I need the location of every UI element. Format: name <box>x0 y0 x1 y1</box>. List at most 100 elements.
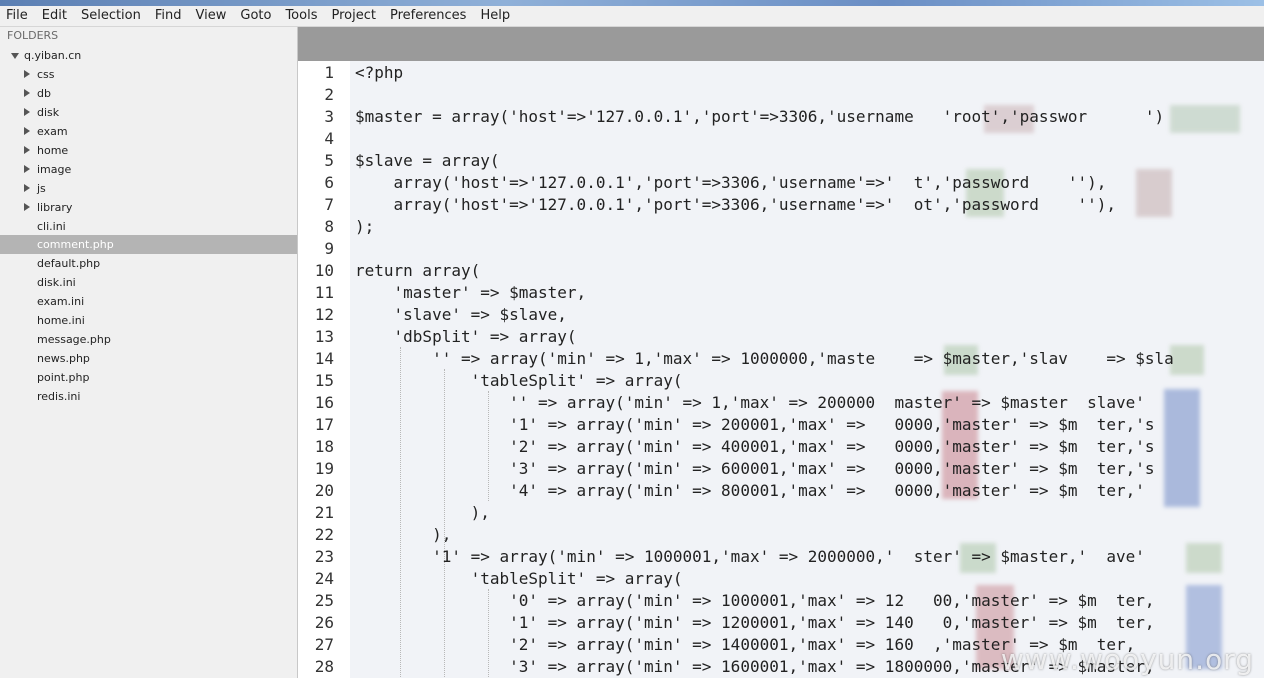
tree-folder-disk[interactable]: disk <box>0 103 297 122</box>
tree-folder-image[interactable]: image <box>0 160 297 179</box>
line-number: 16 <box>314 393 334 412</box>
chevron-right-icon[interactable] <box>24 165 30 173</box>
tree-file-label: comment.php <box>37 238 114 251</box>
redacted-region <box>1170 345 1204 375</box>
code-line[interactable]: '' => array('min' => 1,'max' => 200000 m… <box>355 392 1145 414</box>
line-number-gutter: 1 2 3 4 5 6 7 8 9 10 11 12 13 14 15 16 17 18 19 20 21 22 23 24 2… <box>298 61 350 678</box>
menu-project[interactable]: Project <box>324 6 382 26</box>
line-number: 6 <box>324 173 334 192</box>
chevron-right-icon[interactable] <box>24 89 30 97</box>
menu-view[interactable]: View <box>189 6 234 26</box>
code-line[interactable]: ), <box>355 502 490 524</box>
chevron-right-icon[interactable] <box>24 146 30 154</box>
menu-help[interactable]: Help <box>473 6 517 26</box>
line-number: 3 <box>324 107 334 126</box>
line-number: 8 <box>324 217 334 236</box>
redacted-region <box>1136 169 1172 217</box>
folders-header: FOLDERS <box>7 29 59 42</box>
chevron-down-icon[interactable] <box>11 53 19 59</box>
tree-file-label: home.ini <box>37 314 85 327</box>
code-editor[interactable]: 1 2 3 4 5 6 7 8 9 10 11 12 13 14 15 16 17 18 19 20 21 22 23 24 2… <box>298 61 1264 678</box>
line-number: 13 <box>314 327 334 346</box>
code-line[interactable]: 'dbSplit' => array( <box>355 326 577 348</box>
code-line[interactable]: '1' => array('min' => 200001,'max' => 00… <box>355 414 1154 436</box>
tree-folder-library[interactable]: library <box>0 198 297 217</box>
tree-file-label: default.php <box>37 257 101 270</box>
tree-file-home-ini[interactable]: home.ini <box>0 311 297 330</box>
tree-file-label: point.php <box>37 371 90 384</box>
menu-goto[interactable]: Goto <box>233 6 278 26</box>
chevron-right-icon[interactable] <box>24 203 30 211</box>
line-number: 15 <box>314 371 334 390</box>
chevron-right-icon[interactable] <box>24 184 30 192</box>
menu-bar: File Edit Selection Find View Goto Tools… <box>0 6 1264 27</box>
code-line[interactable]: '1' => array('min' => 1000001,'max' => 2… <box>355 546 1145 568</box>
code-line[interactable]: ); <box>355 216 374 238</box>
tree-file-comment-php[interactable]: comment.php <box>0 235 297 254</box>
line-number: 4 <box>324 129 334 148</box>
line-number: 10 <box>314 261 334 280</box>
line-number: 23 <box>314 547 334 566</box>
code-line[interactable]: 'tableSplit' => array( <box>355 370 683 392</box>
code-line[interactable]: <?php <box>355 62 403 84</box>
code-line[interactable]: return array( <box>355 260 480 282</box>
code-line[interactable]: 'slave' => $slave, <box>355 304 567 326</box>
code-area[interactable]: <?php $master = array('host'=>'127.0.0.1'… <box>350 61 1264 678</box>
chevron-right-icon[interactable] <box>24 70 30 78</box>
tree-file-redis-ini[interactable]: redis.ini <box>0 387 297 406</box>
line-number: 24 <box>314 569 334 588</box>
code-line[interactable]: '3' => array('min' => 600001,'max' => 00… <box>355 458 1154 480</box>
tree-file-message-php[interactable]: message.php <box>0 330 297 349</box>
code-line[interactable]: '4' => array('min' => 800001,'max' => 00… <box>355 480 1145 502</box>
sidebar: FOLDERS q.yiban.cn css db disk exam home… <box>0 27 298 678</box>
code-line[interactable]: $slave = array( <box>355 150 500 172</box>
redacted-region <box>1164 389 1200 507</box>
code-line[interactable]: $master = array('host'=>'127.0.0.1','por… <box>355 106 1164 128</box>
tree-folder-label: css <box>37 68 55 81</box>
tree-file-label: cli.ini <box>37 220 66 233</box>
line-number: 28 <box>314 657 334 676</box>
menu-edit[interactable]: Edit <box>35 6 74 26</box>
tree-file-point-php[interactable]: point.php <box>0 368 297 387</box>
tree-root-folder[interactable]: q.yiban.cn <box>0 46 297 65</box>
tree-folder-db[interactable]: db <box>0 84 297 103</box>
menu-preferences[interactable]: Preferences <box>383 6 473 26</box>
code-line[interactable]: '0' => array('min' => 1000001,'max' => 1… <box>355 590 1154 612</box>
line-number: 11 <box>314 283 334 302</box>
tree-file-cli-ini[interactable]: cli.ini <box>0 217 297 236</box>
line-number: 22 <box>314 525 334 544</box>
code-line[interactable]: 'tableSplit' => array( <box>355 568 683 590</box>
tree-file-default-php[interactable]: default.php <box>0 254 297 273</box>
tree-file-exam-ini[interactable]: exam.ini <box>0 292 297 311</box>
code-line[interactable]: array('host'=>'127.0.0.1','port'=>3306,'… <box>355 194 1116 216</box>
tree-folder-exam[interactable]: exam <box>0 122 297 141</box>
menu-selection[interactable]: Selection <box>74 6 148 26</box>
tree-root-label: q.yiban.cn <box>24 49 82 62</box>
tree-file-label: exam.ini <box>37 295 85 308</box>
line-number: 9 <box>324 239 334 258</box>
menu-find[interactable]: Find <box>148 6 189 26</box>
menu-tools[interactable]: Tools <box>278 6 324 26</box>
line-number: 5 <box>324 151 334 170</box>
line-number: 25 <box>314 591 334 610</box>
tree-file-disk-ini[interactable]: disk.ini <box>0 273 297 292</box>
tree-folder-home[interactable]: home <box>0 141 297 160</box>
code-line[interactable]: 'master' => $master, <box>355 282 587 304</box>
code-line[interactable]: array('host'=>'127.0.0.1','port'=>3306,'… <box>355 172 1107 194</box>
tree-folder-css[interactable]: css <box>0 65 297 84</box>
code-line[interactable]: ), <box>355 524 451 546</box>
chevron-right-icon[interactable] <box>24 127 30 135</box>
chevron-right-icon[interactable] <box>24 108 30 116</box>
tree-file-news-php[interactable]: news.php <box>0 349 297 368</box>
tree-file-label: redis.ini <box>37 390 81 403</box>
code-line[interactable]: '1' => array('min' => 1200001,'max' => 1… <box>355 612 1154 634</box>
tree-folder-label: library <box>37 201 73 214</box>
code-line[interactable]: '' => array('min' => 1,'max' => 1000000,… <box>355 348 1174 370</box>
line-number: 19 <box>314 459 334 478</box>
menu-file[interactable]: File <box>0 6 35 26</box>
redacted-region <box>1170 105 1240 133</box>
code-line[interactable]: '2' => array('min' => 400001,'max' => 00… <box>355 436 1154 458</box>
tab-bar <box>298 27 1264 62</box>
tree-folder-js[interactable]: js <box>0 179 297 198</box>
line-number: 21 <box>314 503 334 522</box>
